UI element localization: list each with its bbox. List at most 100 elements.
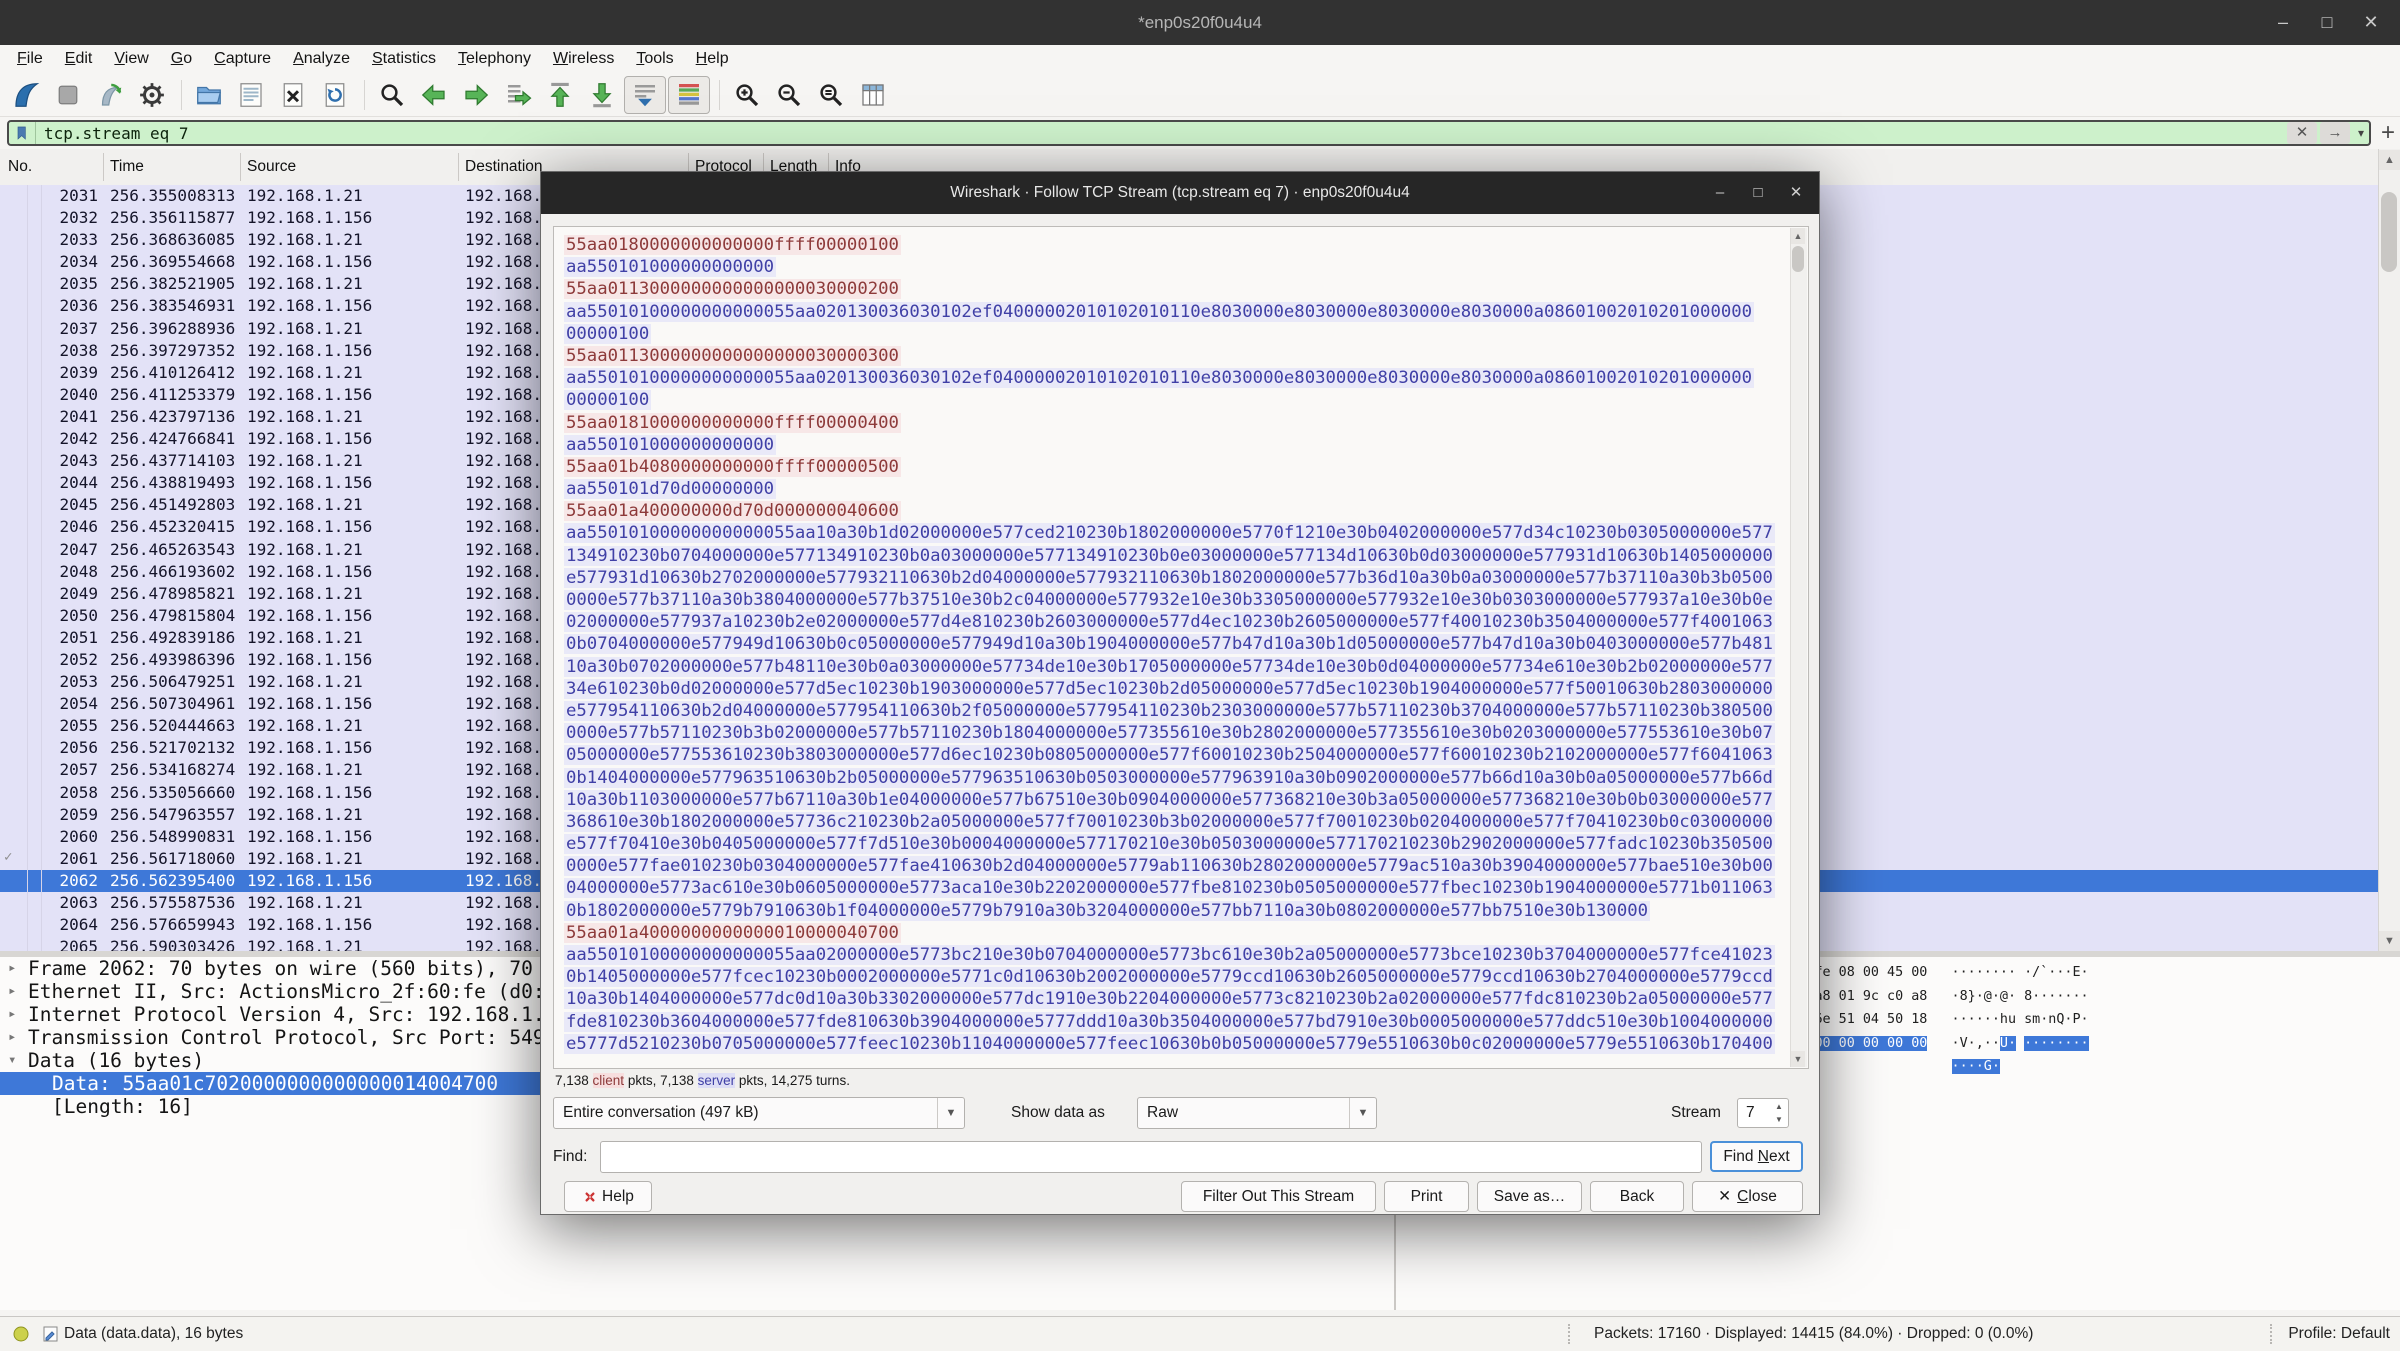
expand-arrow-icon[interactable]: ▾ (8, 1049, 16, 1072)
zoom-in-button[interactable] (727, 77, 767, 113)
print-button[interactable]: Print (1384, 1181, 1469, 1212)
stream-content-box[interactable]: 55aa0180000000000000ffff00000100aa550101… (553, 226, 1809, 1069)
menu-go[interactable]: Go (160, 50, 203, 68)
main-toolbar (0, 73, 2400, 117)
go-forward-button[interactable] (456, 77, 496, 113)
show-data-as-select[interactable]: Raw ▼ (1137, 1097, 1377, 1129)
spinner-arrows-icon[interactable]: ▲▼ (1772, 1100, 1786, 1126)
stream-line-server: 04000000e5773ac610e30b0605000000e5773aca… (564, 878, 1808, 900)
auto-scroll-toggle[interactable] (624, 76, 666, 114)
expert-info-icon[interactable] (12, 1325, 30, 1343)
scroll-up-icon[interactable]: ▲ (2379, 150, 2400, 170)
stream-label: Stream (1671, 1097, 1721, 1129)
save-as-button[interactable]: Save as… (1477, 1181, 1582, 1212)
scrollbar-thumb[interactable] (1792, 246, 1804, 272)
filter-out-stream-button[interactable]: Filter Out This Stream (1181, 1181, 1376, 1212)
find-packet-button[interactable] (372, 77, 412, 113)
back-button[interactable]: Back (1590, 1181, 1684, 1212)
minimize-button[interactable]: – (2262, 0, 2304, 45)
search-icon (377, 80, 407, 110)
column-no[interactable]: No. (8, 149, 32, 185)
go-back-button[interactable] (414, 77, 454, 113)
column-time[interactable]: Time (110, 149, 144, 185)
menu-edit[interactable]: Edit (54, 50, 104, 68)
menu-view[interactable]: View (103, 50, 159, 68)
open-file-button[interactable] (189, 77, 229, 113)
conversation-select[interactable]: Entire conversation (497 kB) ▼ (553, 1097, 965, 1129)
filter-clear-icon[interactable]: ✕ (2287, 122, 2317, 144)
status-field-info: Data (data.data), 16 bytes (64, 1317, 243, 1351)
stream-scrollbar[interactable]: ▲ ▼ (1790, 228, 1807, 1067)
go-to-bottom-button[interactable] (582, 77, 622, 113)
expand-arrow-icon[interactable]: ▸ (8, 1026, 16, 1049)
status-profile[interactable]: Profile: Default (2288, 1317, 2390, 1351)
find-input[interactable] (600, 1141, 1702, 1173)
start-capture-button[interactable] (6, 77, 46, 113)
expand-arrow-icon[interactable]: ▸ (8, 957, 16, 980)
stream-line-server: 00000100 (564, 324, 1808, 346)
gear-icon (137, 80, 167, 110)
stream-number-spinner[interactable]: 7 ▲▼ (1737, 1098, 1789, 1128)
capture-options-button[interactable] (132, 77, 172, 113)
capture-comment-icon[interactable] (42, 1325, 60, 1343)
filter-bar: ✕ → ▾ + (0, 117, 2400, 149)
column-source[interactable]: Source (247, 149, 296, 185)
colorize-toggle[interactable] (668, 76, 710, 114)
stream-line-server: aa55010100000000000055aa10a30b1d02000000… (564, 523, 1808, 545)
stream-line-server: 0b0704000000e577949d10630b0c05000000e577… (564, 634, 1808, 656)
scroll-down-icon[interactable]: ▼ (2379, 931, 2400, 951)
go-to-top-button[interactable] (540, 77, 580, 113)
filter-bookmark-icon[interactable] (9, 122, 36, 144)
scroll-down-icon[interactable]: ▼ (1791, 1051, 1805, 1067)
help-icon (582, 1189, 598, 1205)
stop-capture-button[interactable] (48, 77, 88, 113)
filter-dropdown-icon[interactable]: ▾ (2353, 126, 2369, 140)
dialog-close-button[interactable]: ✕ (1777, 172, 1815, 214)
expand-arrow-icon[interactable]: ▸ (8, 980, 16, 1003)
zoom-original-button[interactable] (811, 77, 851, 113)
reload-file-button[interactable] (315, 77, 355, 113)
save-file-button[interactable] (231, 77, 271, 113)
window-title: *enp0s20f0u4u4 (0, 0, 2400, 45)
stream-line-server: 10a30b0702000000e577b48110e30b0a03000000… (564, 657, 1808, 679)
menu-analyze[interactable]: Analyze (282, 50, 361, 68)
column-destination[interactable]: Destination (465, 149, 543, 185)
menu-statistics[interactable]: Statistics (361, 50, 447, 68)
zoom-out-button[interactable] (769, 77, 809, 113)
stream-line-server: aa550101000000000000 (564, 257, 1808, 279)
arrow-right-icon (461, 80, 491, 110)
stream-line-server: e577954110630b2d04000000e577954110630b2f… (564, 701, 1808, 723)
find-next-button[interactable]: Find Next (1710, 1141, 1803, 1172)
dialog-minimize-button[interactable]: – (1701, 172, 1739, 214)
menu-tools[interactable]: Tools (625, 50, 684, 68)
stream-line-server: 368610e30b1802000000e57736c210230b2a0500… (564, 812, 1808, 834)
display-filter-input[interactable] (36, 123, 2287, 144)
maximize-button[interactable]: □ (2306, 0, 2348, 45)
filter-apply-icon[interactable]: → (2320, 122, 2350, 144)
help-button[interactable]: Help (564, 1181, 652, 1212)
menu-wireless[interactable]: Wireless (542, 50, 625, 68)
marker-column-divider (27, 185, 28, 951)
close-button[interactable]: ✕ (2350, 0, 2392, 45)
restart-capture-button[interactable] (90, 77, 130, 113)
scrollbar-thumb[interactable] (2381, 192, 2397, 272)
menu-file[interactable]: File (6, 50, 54, 68)
stream-line-server: e577931d10630b2702000000e577932110630b2d… (564, 568, 1808, 590)
close-file-button[interactable] (273, 77, 313, 113)
menu-capture[interactable]: Capture (203, 50, 282, 68)
menu-help[interactable]: Help (685, 50, 740, 68)
stream-line-server: 0b1802000000e5779b7910630b1f04000000e577… (564, 901, 1808, 923)
go-to-packet-button[interactable] (498, 77, 538, 113)
stream-line-server: 34e610230b0d02000000e577d5ec10230b190300… (564, 679, 1808, 701)
dialog-maximize-button[interactable]: □ (1739, 172, 1777, 214)
menu-telephony[interactable]: Telephony (447, 50, 542, 68)
zoom-out-icon (774, 80, 804, 110)
filter-add-button[interactable]: + (2378, 120, 2398, 146)
stream-line-server: 0b1404000000e577963510630b2b05000000e577… (564, 768, 1808, 790)
scroll-up-icon[interactable]: ▲ (1791, 228, 1805, 244)
close-dialog-button[interactable]: ✕Close (1692, 1181, 1803, 1212)
resize-columns-button[interactable] (853, 77, 893, 113)
expand-arrow-icon[interactable]: ▸ (8, 1003, 16, 1026)
display-filter-field[interactable]: ✕ → ▾ (7, 120, 2371, 146)
find-label: Find: (553, 1141, 587, 1173)
